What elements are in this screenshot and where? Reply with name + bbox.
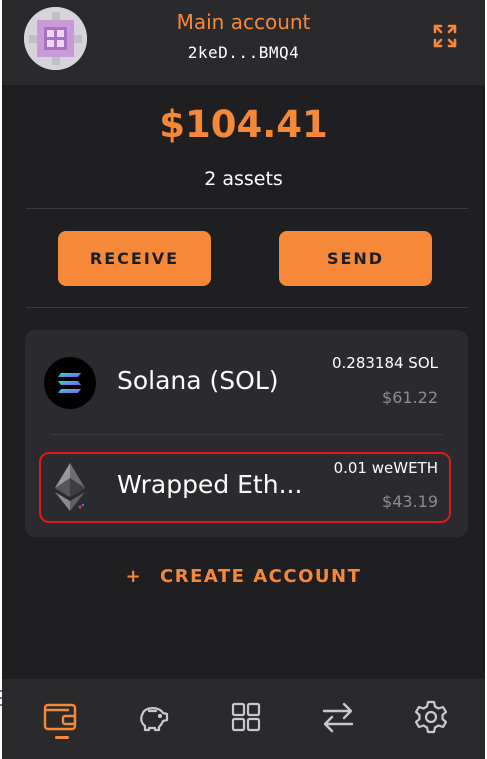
edge-mark [0,704,2,706]
account-header: Main account 2keD...BMQ4 [2,0,485,85]
nav-swap[interactable] [320,699,356,735]
account-name[interactable]: Main account [2,10,485,34]
send-button[interactable]: SEND [279,231,432,286]
receive-button[interactable]: RECEIVE [58,231,211,286]
nav-wallet[interactable] [42,699,78,735]
edge-mark [0,690,2,692]
nav-staking[interactable] [135,699,171,735]
nav-apps[interactable] [228,699,264,735]
create-account-label: CREATE ACCOUNT [160,566,362,587]
total-balance: $104.41 [159,103,328,146]
wallet-app: Main account 2keD...BMQ4 $104.41 2 asset… [2,0,485,759]
account-address[interactable]: 2keD...BMQ4 [2,43,485,62]
assets-count: 2 assets [204,168,283,190]
asset-row-sol[interactable]: Solana (SOL) 0.283184 SOL $61.22 [25,330,468,410]
nav-settings[interactable] [413,699,449,735]
divider [26,208,468,209]
bottom-nav [2,679,485,759]
swap-icon [322,702,354,733]
active-tab-indicator [55,736,69,739]
solana-icon [44,357,96,409]
edge-mark [0,697,2,699]
piggy-bank-icon [140,707,169,732]
plus-icon: + [125,566,143,587]
asset-usd-value: $61.22 [382,388,438,407]
settings-gear-icon [414,700,448,734]
expand-button[interactable] [431,22,459,50]
asset-name: Solana (SOL) [117,366,279,395]
divider [26,307,468,308]
apps-grid-icon [231,702,261,732]
asset-amount: 0.283184 SOL [331,354,438,372]
expand-icon [433,24,457,48]
create-account-button[interactable]: + CREATE ACCOUNT [2,566,485,587]
wallet-icon [43,703,77,731]
assets-list: Solana (SOL) 0.283184 SOL $61.22 Wrapped… [25,330,468,537]
selection-highlight [39,452,451,523]
